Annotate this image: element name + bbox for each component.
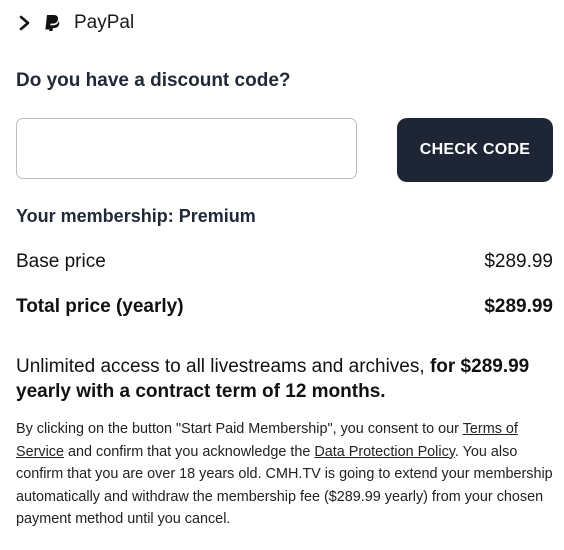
paypal-logo-icon <box>45 15 60 31</box>
total-price-label: Total price (yearly) <box>16 296 184 317</box>
membership-description: Unlimited access to all livestreams and … <box>16 354 556 404</box>
total-price-value: $289.99 <box>484 296 553 317</box>
base-price-label: Base price <box>16 251 106 272</box>
payment-method-label: PayPal <box>74 12 135 33</box>
checkout-page: PayPal Do you have a discount code? CHEC… <box>0 0 564 550</box>
chevron-right-icon[interactable] <box>18 15 32 31</box>
base-price-row: Base price $289.99 <box>16 251 553 273</box>
payment-method-paypal[interactable]: PayPal <box>18 10 134 36</box>
membership-title: Your membership: Premium <box>16 206 256 226</box>
discount-title: Do you have a discount code? <box>16 70 291 91</box>
base-price-value: $289.99 <box>484 251 553 272</box>
legal-consent-text: By clicking on the button "Start Paid Me… <box>16 418 556 531</box>
total-price-row: Total price (yearly) $289.99 <box>16 296 553 318</box>
description-plain: Unlimited access to all livestreams and … <box>16 356 425 377</box>
data-protection-policy-link[interactable]: Data Protection Policy <box>314 444 455 460</box>
discount-code-input[interactable] <box>16 118 357 179</box>
legal-text-part2: and confirm that you acknowledge the <box>64 443 315 460</box>
legal-text-part1: By clicking on the button "Start Paid Me… <box>16 421 463 437</box>
check-code-button[interactable]: CHECK CODE <box>397 118 553 182</box>
